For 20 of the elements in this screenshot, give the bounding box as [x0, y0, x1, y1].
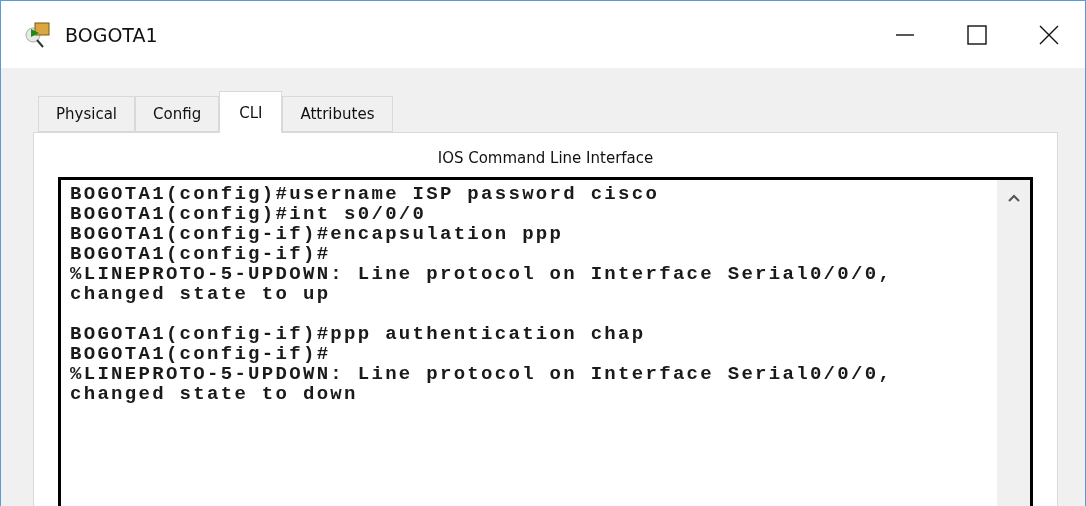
tab[interactable]: Attributes: [282, 96, 393, 132]
terminal-line: BOGOTA1(config-if)#: [70, 244, 332, 264]
minimize-icon: [895, 33, 915, 36]
window-title: BOGOTA1: [65, 23, 159, 46]
terminal-line: %LINEPROTO-5-UPDOWN: Line protocol on Interface Serial0/0/0,: [70, 264, 894, 284]
terminal-line: %LINEPROTO-5-UPDOWN: Line protocol on Interface Serial0/0/0,: [70, 364, 894, 384]
terminal-line: BOGOTA1(config-if)#: [70, 344, 332, 364]
tab[interactable]: Config: [135, 96, 220, 132]
terminal-line: BOGOTA1(config-if)#ppp authentication chap: [70, 324, 647, 344]
panel-title: IOS Command Line Interface: [436, 148, 655, 169]
terminal-line: changed state to up: [70, 284, 332, 304]
tab[interactable]: CLI: [219, 91, 283, 133]
scroll-up-icon[interactable]: [1007, 194, 1020, 202]
tab[interactable]: Physical: [38, 96, 136, 132]
terminal-line: changed state to down: [70, 384, 359, 404]
terminal-line: BOGOTA1(config)#int s0/0/0: [70, 204, 428, 224]
terminal-line: BOGOTA1(config)#username ISP password cisco: [70, 184, 661, 204]
close-icon: [1039, 24, 1059, 45]
terminal-line: BOGOTA1(config-if)#encapsulation ppp: [70, 224, 565, 244]
maximize-icon: [967, 24, 987, 45]
